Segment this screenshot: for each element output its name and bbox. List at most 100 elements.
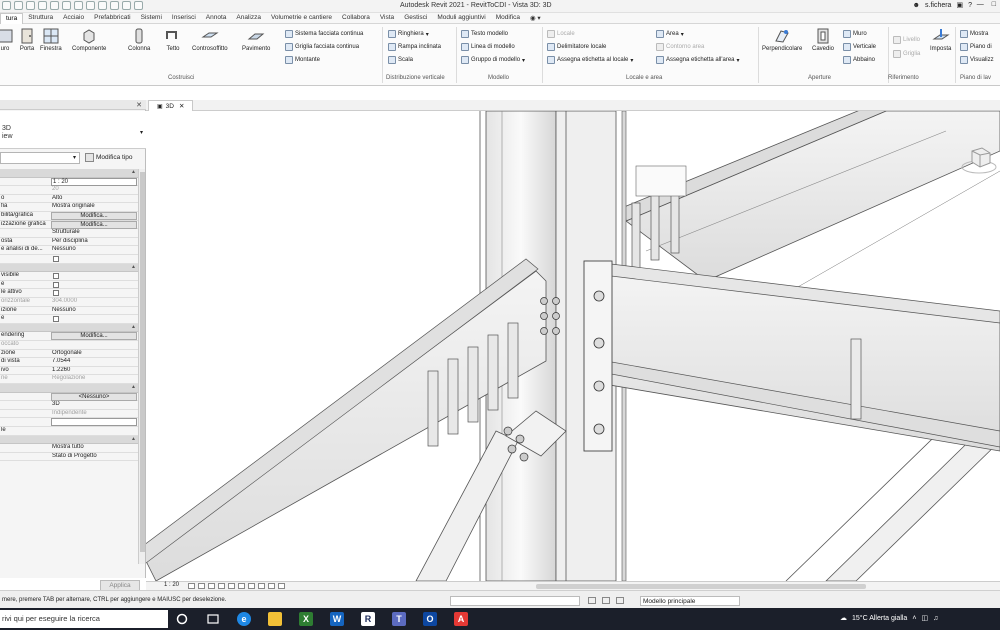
close-hidden-icon[interactable] [134, 1, 143, 10]
collapse-icon[interactable]: ▲ [131, 324, 136, 330]
section-icon[interactable] [122, 1, 131, 10]
grid-button[interactable]: Griglia [893, 50, 920, 58]
area-button[interactable]: Area ▾ [656, 30, 684, 38]
column-button[interactable]: Colonna [128, 27, 150, 52]
user-name[interactable]: s.fichera [925, 2, 951, 9]
railing-button[interactable]: Ringhiera ▾ [388, 30, 429, 38]
ceiling-button[interactable]: Controsoffitto [192, 27, 228, 52]
show-workplane-button[interactable]: Mostra [960, 30, 988, 38]
tag-area-button[interactable]: Assegna etichetta all'area ▾ [656, 56, 740, 64]
shaft-button[interactable]: Cavedio [812, 27, 834, 52]
hide-isolate-icon[interactable] [268, 583, 275, 589]
tab-prefabbricati[interactable]: Prefabbricati [89, 13, 136, 24]
properties-section-fotocamera[interactable]: ▲ [0, 323, 138, 333]
properties-section-grafica[interactable]: ▲ [0, 169, 138, 178]
area-boundary-button[interactable]: Contorno area [656, 43, 704, 51]
3d-viewport[interactable] [146, 111, 1000, 581]
editable-icon[interactable] [588, 597, 596, 604]
properties-section-fasi[interactable]: ▲ [0, 435, 138, 445]
redo-icon[interactable] [50, 1, 59, 10]
tab-analizza[interactable]: Analizza [231, 13, 266, 24]
viewcube-icon[interactable] [960, 145, 998, 175]
property-value[interactable]: Nessuno [52, 246, 136, 252]
property-checkbox[interactable] [53, 273, 59, 280]
collapse-icon[interactable]: ▲ [131, 169, 136, 175]
cortana-icon[interactable] [175, 612, 189, 626]
task-view-icon[interactable] [206, 612, 220, 626]
tab-sistemi[interactable]: Sistemi [136, 13, 167, 24]
tag-room-button[interactable]: Assegna etichetta al locale ▾ [547, 56, 633, 64]
teams-icon[interactable]: T [392, 612, 406, 626]
tab-tura[interactable]: tura [0, 13, 24, 24]
ref-plane-button[interactable]: Piano di [960, 43, 992, 51]
property-edit-button[interactable]: Modifica... [51, 212, 137, 220]
level-button[interactable]: Livello [893, 36, 920, 44]
maximize-button[interactable]: □ [992, 1, 996, 8]
revit-icon[interactable]: R [361, 612, 375, 626]
stair-button[interactable]: Scala [388, 56, 413, 64]
property-value[interactable]: 20 [52, 186, 136, 192]
3d-view-icon[interactable] [110, 1, 119, 10]
acrobat-icon[interactable]: A [454, 612, 468, 626]
property-value[interactable]: Mostra originale [52, 203, 136, 209]
collapse-icon[interactable]: ▲ [131, 384, 136, 390]
weather-text[interactable]: 15°C Allerta gialla [852, 615, 907, 622]
design-options-icon[interactable] [602, 597, 610, 604]
chevron-down-icon[interactable]: ▾ [140, 129, 143, 136]
property-checkbox[interactable] [53, 256, 59, 262]
open-icon[interactable] [2, 1, 11, 10]
save-icon[interactable] [14, 1, 23, 10]
dormer-button[interactable]: Abbaino [843, 56, 875, 64]
filter-icon[interactable] [616, 597, 624, 604]
ramp-button[interactable]: Rampa inclinata [388, 43, 441, 51]
tab-vista[interactable]: Vista [375, 13, 399, 24]
mullion-button[interactable]: Montante [285, 56, 320, 64]
property-checkbox[interactable] [53, 281, 59, 288]
by-face-button[interactable]: Perpendicolare [762, 27, 802, 52]
floor-button[interactable]: Pavimento [242, 27, 270, 52]
word-icon[interactable]: W [330, 612, 344, 626]
wall-button[interactable]: uro [0, 27, 14, 52]
tab-collabora[interactable]: Collabora [337, 13, 375, 24]
tab-annota[interactable]: Annota [201, 13, 232, 24]
property-value[interactable]: Alto [52, 195, 136, 201]
properties-section-dati[interactable]: ▲ [0, 384, 138, 393]
measure-icon[interactable] [74, 1, 83, 10]
model-group-button[interactable]: Gruppo di modello ▾ [461, 56, 525, 64]
type-selector[interactable]: 3D iew ▾ [0, 111, 146, 149]
property-value[interactable]: Indipendente [52, 410, 136, 416]
tab-inserisci[interactable]: Inserisci [167, 13, 201, 24]
property-value[interactable]: Stato di Progetto [52, 453, 136, 459]
property-value[interactable]: Regolazione [52, 375, 136, 381]
collapse-icon[interactable]: ▲ [131, 264, 136, 270]
design-option-selector[interactable]: Modello principale [640, 596, 740, 606]
property-value[interactable]: Strutturale [52, 229, 136, 235]
property-value[interactable]: Mostra tutto [52, 444, 136, 450]
instance-filter[interactable]: ▾ [0, 152, 80, 164]
collapse-icon[interactable]: ▲ [131, 436, 136, 442]
tab-struttura[interactable]: Struttura [23, 13, 58, 24]
edge-icon[interactable]: e [237, 612, 251, 626]
weather-icon[interactable]: ☁ [840, 614, 847, 622]
properties-scrollbar[interactable] [138, 169, 145, 564]
curtain-system-button[interactable]: Sistema facciata continua [285, 30, 363, 38]
wall-opening-button[interactable]: Muro [843, 30, 867, 38]
view-tab-3d[interactable]: ▣ 3D ✕ [148, 100, 194, 111]
roof-button[interactable]: Tetto [164, 27, 182, 52]
close-icon[interactable]: ✕ [179, 102, 184, 110]
user-icon[interactable]: ☻ [913, 2, 920, 9]
component-button[interactable]: Componente [72, 27, 106, 52]
lock-view-icon[interactable] [258, 583, 265, 589]
tab-volumetrie-e-cantiere[interactable]: Volumetrie e cantiere [266, 13, 337, 24]
workset-selector[interactable] [450, 596, 580, 606]
shadows-icon[interactable] [218, 583, 225, 589]
tab-modifica[interactable]: Modifica [491, 13, 525, 24]
volume-icon[interactable]: ♫ [933, 615, 938, 622]
tab-gestisci[interactable]: Gestisci [399, 13, 432, 24]
model-line-button[interactable]: Linea di modello [461, 43, 515, 51]
minimize-button[interactable]: — [977, 1, 984, 8]
property-value[interactable]: Nessuno [52, 307, 136, 313]
help-icon[interactable]: ? [968, 2, 972, 9]
property-value[interactable]: 304.0000 [52, 298, 136, 304]
property-value[interactable]: Per disciplina [52, 238, 136, 244]
